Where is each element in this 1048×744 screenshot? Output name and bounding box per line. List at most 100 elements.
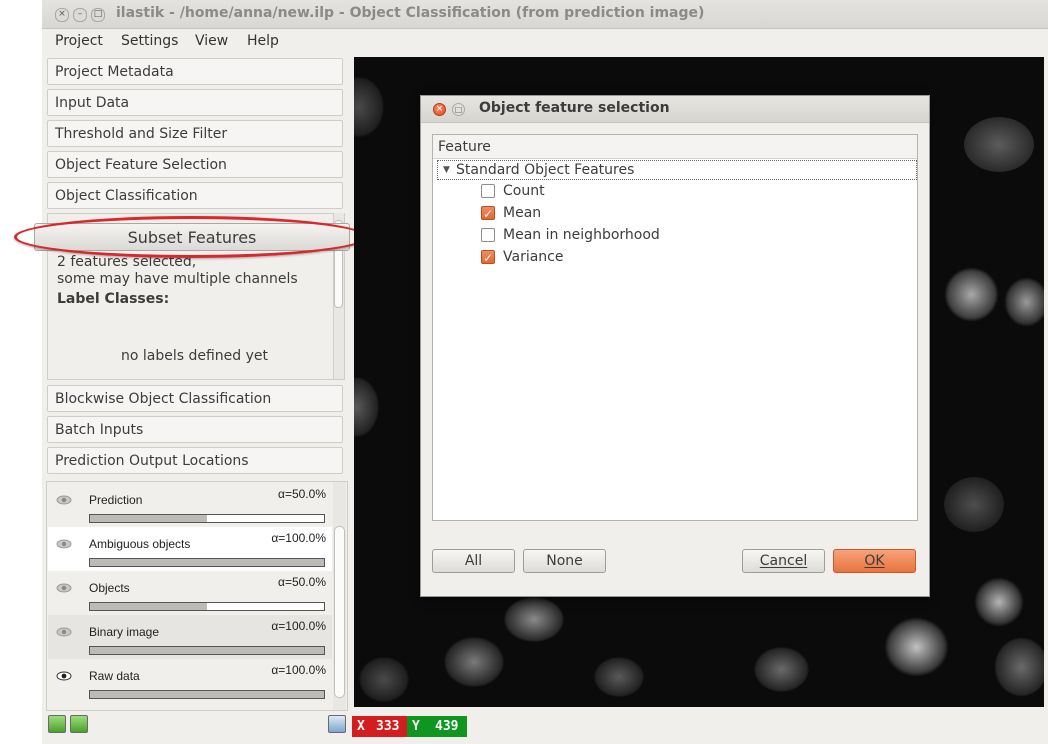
layer-name: Ambiguous objects: [89, 537, 191, 551]
menu-project[interactable]: Project: [55, 33, 103, 49]
nucleus: [994, 637, 1044, 697]
layer-row[interactable]: Objects α=50.0%: [48, 571, 332, 615]
layer-row[interactable]: Binary image α=100.0%: [48, 615, 332, 659]
layer-name: Binary image: [89, 625, 160, 639]
eye-icon[interactable]: [56, 495, 72, 505]
object-feature-selection-dialog: × □ Object feature selection Feature ▼ S…: [420, 95, 930, 597]
layer-name: Raw data: [89, 669, 140, 683]
cancel-button[interactable]: Cancel: [742, 549, 825, 573]
feature-label: Count: [503, 183, 545, 199]
feature-label: Mean: [503, 205, 542, 221]
checkbox[interactable]: [481, 228, 495, 242]
feature-label: Variance: [503, 249, 564, 265]
close-icon[interactable]: ×: [55, 8, 69, 22]
opacity-slider[interactable]: [89, 602, 325, 611]
cancel-label: Cancel: [759, 553, 808, 569]
tree-group-label: Standard Object Features: [456, 162, 635, 178]
nucleus: [504, 597, 564, 642]
opacity-slider[interactable]: [89, 646, 325, 655]
checkbox[interactable]: [481, 184, 495, 198]
close-icon[interactable]: ×: [433, 103, 446, 116]
applet-object-feature-selection[interactable]: Object Feature Selection: [47, 151, 343, 178]
tree-group-standard[interactable]: ▼ Standard Object Features: [437, 160, 917, 180]
x-value: 333: [376, 719, 400, 734]
nucleus: [444, 637, 504, 687]
nucleus: [974, 577, 1024, 627]
y-label: Y: [412, 719, 420, 734]
move-layer-up-icon[interactable]: [48, 715, 66, 733]
no-labels-text: no labels defined yet: [121, 348, 269, 364]
maximize-icon[interactable]: □: [91, 8, 105, 22]
nucleus: [884, 617, 949, 677]
applet-object-classification[interactable]: Object Classification: [47, 182, 343, 209]
menu-bar: Project Settings View Help: [42, 29, 1048, 55]
nucleus: [754, 647, 809, 692]
checkbox[interactable]: [481, 248, 495, 268]
layer-row[interactable]: Prediction α=50.0%: [48, 483, 332, 527]
x-label: X: [357, 719, 365, 734]
layer-list: Prediction α=50.0% Ambiguous objects α=1…: [46, 481, 348, 711]
layer-opacity: α=100.0%: [271, 619, 326, 633]
nucleus: [359, 657, 409, 702]
nucleus: [354, 77, 384, 137]
opacity-slider-fill: [90, 603, 207, 610]
layer-row[interactable]: Raw data α=100.0%: [48, 659, 332, 703]
layer-opacity: α=100.0%: [271, 531, 326, 545]
applet-input-data[interactable]: Input Data: [47, 89, 343, 116]
applet-prediction-output-locations[interactable]: Prediction Output Locations: [47, 447, 343, 474]
opacity-slider-fill: [90, 559, 324, 566]
status-bar: [42, 711, 1048, 744]
nucleus: [354, 377, 379, 437]
menu-settings[interactable]: Settings: [121, 33, 178, 49]
menu-view[interactable]: View: [195, 33, 228, 49]
applet-project-metadata[interactable]: Project Metadata: [47, 58, 343, 85]
label-classes-heading: Label Classes:: [57, 291, 170, 307]
subset-features-button[interactable]: Subset Features: [34, 223, 350, 251]
applet-batch-inputs[interactable]: Batch Inputs: [47, 416, 343, 443]
opacity-slider-fill: [90, 691, 324, 698]
applet-threshold-size-filter[interactable]: Threshold and Size Filter: [47, 120, 343, 147]
opacity-slider-fill: [90, 647, 324, 654]
layer-opacity: α=100.0%: [271, 663, 326, 677]
layer-opacity: α=50.0%: [278, 575, 326, 589]
x-coordinate-badge: X 333: [352, 716, 407, 737]
nucleus: [594, 657, 644, 697]
eye-icon[interactable]: [56, 671, 72, 681]
opacity-slider-fill: [90, 515, 207, 522]
feature-tree: Feature ▼ Standard Object Features Count…: [432, 134, 918, 521]
layer-name: Objects: [89, 581, 130, 595]
dialog-title: Object feature selection: [479, 100, 670, 116]
feature-label: Mean in neighborhood: [503, 227, 660, 243]
eye-icon[interactable]: [56, 583, 72, 593]
title-bar: × – □ ilastik - /home/anna/new.ilp - Obj…: [42, 0, 1048, 29]
channels-note-text: some may have multiple channels: [57, 271, 298, 287]
nucleus: [944, 477, 1004, 532]
features-selected-text: 2 features selected,: [57, 254, 197, 270]
maximize-icon[interactable]: □: [452, 103, 465, 116]
dialog-title-bar: × □ Object feature selection: [421, 96, 929, 123]
move-layer-down-icon[interactable]: [70, 715, 88, 733]
nucleus: [944, 267, 999, 322]
eye-icon[interactable]: [56, 627, 72, 637]
opacity-slider[interactable]: [89, 558, 325, 567]
menu-help[interactable]: Help: [247, 33, 279, 49]
applet-blockwise-object-classification[interactable]: Blockwise Object Classification: [47, 385, 343, 412]
nucleus: [1004, 277, 1044, 327]
select-all-button[interactable]: All: [432, 549, 515, 573]
eye-icon[interactable]: [56, 539, 72, 549]
layer-opacity: α=50.0%: [278, 487, 326, 501]
ok-label: OK: [864, 553, 885, 569]
nucleus: [964, 117, 1034, 172]
feature-column-header[interactable]: Feature: [433, 135, 917, 159]
minimize-icon[interactable]: –: [73, 8, 87, 22]
ok-button[interactable]: OK: [833, 549, 916, 573]
expand-arrow-icon[interactable]: ▼: [443, 161, 450, 179]
opacity-slider[interactable]: [89, 514, 325, 523]
select-none-button[interactable]: None: [523, 549, 606, 573]
checkbox[interactable]: [481, 204, 495, 224]
refresh-icon[interactable]: [328, 715, 346, 733]
opacity-slider[interactable]: [89, 690, 325, 699]
layer-list-scrollbar-thumb[interactable]: [334, 526, 345, 698]
layer-row[interactable]: Ambiguous objects α=100.0%: [48, 527, 332, 571]
y-value: 439: [435, 719, 459, 734]
